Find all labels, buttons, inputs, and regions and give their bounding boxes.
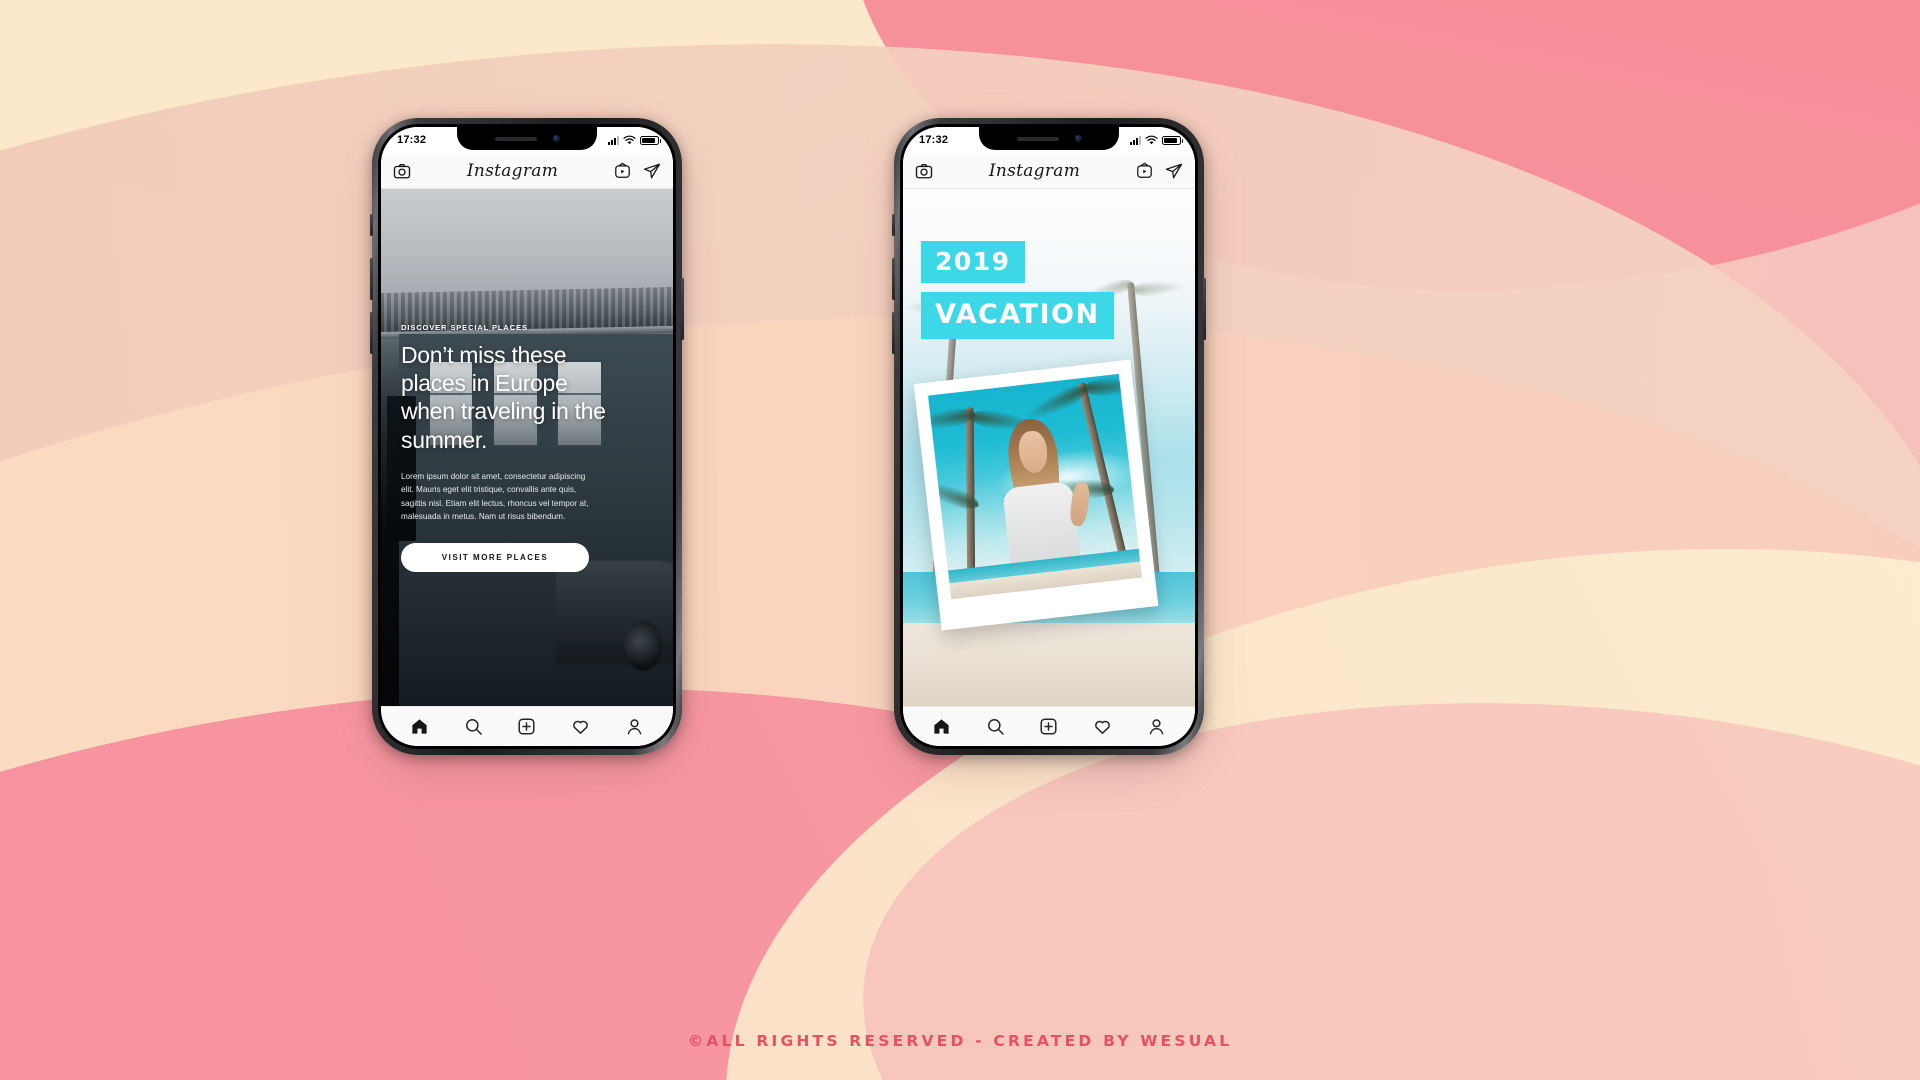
- device-notch: [979, 127, 1119, 150]
- paper-plane-icon[interactable]: [643, 162, 661, 180]
- wifi-icon: [1145, 135, 1158, 145]
- nav-home[interactable]: [410, 717, 429, 736]
- nav-profile[interactable]: [625, 717, 644, 736]
- camera-icon[interactable]: [915, 162, 933, 180]
- phone-bezel: 17:32: [378, 124, 676, 749]
- bottom-navigation-bar: [903, 706, 1195, 746]
- copyright-footer: ©ALL RIGHTS RESERVED - CREATED BY WESUAL: [687, 1032, 1233, 1050]
- volume-down-button[interactable]: [892, 312, 895, 354]
- status-indicators: [608, 135, 661, 145]
- earpiece-speaker-icon: [1016, 136, 1059, 141]
- arm: [1068, 481, 1092, 528]
- beach-sand: [903, 623, 1195, 706]
- header-actions: [1136, 162, 1183, 180]
- post-body-copy: Lorem ipsum dolor sit amet, consectetur …: [401, 472, 589, 521]
- polaroid-frame: [913, 359, 1159, 631]
- post-text-overlay: DISCOVER SPECIAL PLACES Don’t miss these…: [381, 189, 673, 706]
- palm-frond: [1131, 277, 1187, 299]
- status-indicators: [1130, 135, 1183, 145]
- bottom-navigation-bar: [381, 706, 673, 746]
- background-wave-pink-bottom-left: [0, 570, 1559, 1080]
- silent-switch[interactable]: [892, 214, 895, 236]
- search-icon: [987, 719, 1004, 735]
- palm-frond: [928, 472, 982, 515]
- heart-icon: [573, 720, 588, 734]
- device-notch: [457, 127, 597, 150]
- person-icon: [1149, 719, 1163, 735]
- post-canvas-right: 2019 VACATION: [903, 189, 1195, 706]
- nav-activity[interactable]: [571, 717, 590, 736]
- battery-icon: [1162, 135, 1183, 145]
- phone-bezel: 17:32: [900, 124, 1198, 749]
- phone-mockup-left: 17:32 Instagram DISCOVER SPECIAL PLACES …: [370, 118, 684, 764]
- volume-up-button[interactable]: [892, 258, 895, 300]
- power-button[interactable]: [681, 278, 684, 340]
- status-time: 17:32: [397, 134, 427, 146]
- instagram-header: Instagram: [381, 153, 673, 189]
- nav-add-post[interactable]: [1039, 717, 1058, 736]
- plus-square-icon: [518, 718, 536, 735]
- nav-profile[interactable]: [1147, 717, 1166, 736]
- nav-search[interactable]: [464, 717, 483, 736]
- tag-year: 2019: [921, 241, 1025, 283]
- palm-tree-trunk: [928, 405, 1041, 581]
- instagram-logo: Instagram: [466, 160, 559, 181]
- front-camera-icon: [1074, 135, 1082, 142]
- nav-activity[interactable]: [1093, 717, 1112, 736]
- mockup-stage: 17:32 Instagram DISCOVER SPECIAL PLACES …: [0, 0, 1920, 1080]
- igtv-icon[interactable]: [1136, 162, 1153, 179]
- phone-screen: 17:32: [381, 127, 673, 746]
- person-icon: [627, 719, 641, 735]
- instagram-header: Instagram: [903, 153, 1195, 189]
- phone-frame: 17:32: [892, 118, 1206, 755]
- nav-home[interactable]: [932, 717, 951, 736]
- header-actions: [614, 162, 661, 180]
- power-button[interactable]: [1203, 278, 1206, 340]
- battery-icon: [640, 135, 661, 145]
- visit-more-places-button[interactable]: VISIT MORE PLACES: [401, 543, 589, 573]
- front-camera-icon: [552, 135, 560, 142]
- instagram-logo: Instagram: [988, 160, 1081, 181]
- background-wave-cream-bottom-right: [665, 446, 1920, 1080]
- plus-square-icon: [1040, 718, 1058, 735]
- search-icon: [465, 719, 482, 735]
- earpiece-speaker-icon: [494, 136, 537, 141]
- status-time: 17:32: [919, 134, 949, 146]
- heart-icon: [1095, 720, 1110, 734]
- tag-vacation: VACATION: [921, 292, 1114, 339]
- nav-search[interactable]: [986, 717, 1005, 736]
- nav-add-post[interactable]: [517, 717, 536, 736]
- signal-bars-icon: [608, 135, 619, 145]
- wifi-icon: [623, 135, 636, 145]
- igtv-icon[interactable]: [614, 162, 631, 179]
- palm-frond: [928, 405, 977, 436]
- camera-icon[interactable]: [393, 162, 411, 180]
- volume-up-button[interactable]: [370, 258, 373, 300]
- phone-mockup-right: 17:32 Instagram 2019 VACATION: [892, 118, 1206, 764]
- home-icon: [934, 719, 949, 734]
- home-icon: [412, 719, 427, 734]
- paper-plane-icon[interactable]: [1165, 162, 1183, 180]
- vacation-title-group: 2019 VACATION: [921, 241, 1114, 339]
- post-headline: Don’t miss these places in Europe when t…: [401, 341, 606, 453]
- volume-down-button[interactable]: [370, 312, 373, 354]
- polaroid-photo: [928, 373, 1143, 600]
- phone-screen: 17:32: [903, 127, 1195, 746]
- signal-bars-icon: [1130, 135, 1141, 145]
- silent-switch[interactable]: [370, 214, 373, 236]
- phone-frame: 17:32: [370, 118, 684, 755]
- post-eyebrow: DISCOVER SPECIAL PLACES: [401, 322, 528, 332]
- post-canvas-left: DISCOVER SPECIAL PLACES Don’t miss these…: [381, 189, 673, 706]
